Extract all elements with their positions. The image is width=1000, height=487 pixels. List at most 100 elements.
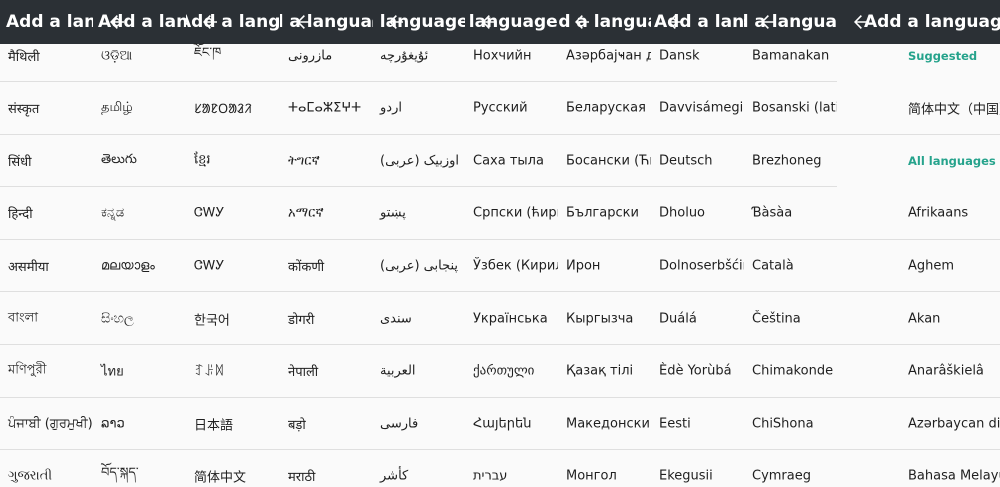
language-item-3[interactable]: हिन्दी bbox=[0, 188, 93, 240]
language-item-0[interactable]: Bamanakan bbox=[744, 30, 837, 82]
language-name: Українська bbox=[473, 311, 548, 326]
language-item-4[interactable]: Dolnoserbšćina bbox=[651, 240, 744, 293]
language-name: Afrikaans bbox=[908, 205, 969, 221]
language-item-5[interactable]: Čeština bbox=[744, 293, 837, 345]
language-item-3[interactable]: ಕನ್ನಡ bbox=[93, 188, 186, 240]
language-item-1[interactable]: ⵜⴰⵎⴰⵣⵉⵖⵜ bbox=[280, 83, 372, 135]
language-item-6[interactable]: العربية bbox=[372, 346, 465, 398]
language-item-4[interactable]: ᏣᎳᎩ bbox=[186, 240, 280, 293]
language-item-7[interactable]: ChiShona bbox=[744, 398, 837, 451]
language-item-0[interactable]: مازرونی bbox=[280, 30, 372, 82]
language-item-4[interactable]: Ирон bbox=[558, 240, 651, 293]
language-item-6[interactable]: Anarâškielâ bbox=[837, 346, 1000, 398]
language-item-7[interactable]: ਪੰਜਾਬੀ (ਗੁਰਮੁਖੀ) bbox=[0, 398, 93, 451]
language-item-1[interactable]: Русский bbox=[465, 83, 558, 135]
language-panel: Add a language Dansk Davvisámegiella Deutsc… bbox=[651, 0, 744, 487]
language-item-7[interactable]: ລາວ bbox=[93, 398, 186, 451]
language-item-7[interactable]: Հայերեն bbox=[465, 398, 558, 451]
language-item-0[interactable]: Dansk bbox=[651, 30, 744, 82]
language-item-8[interactable]: עברית bbox=[465, 451, 558, 487]
language-item-6[interactable]: Қазақ тілі bbox=[558, 346, 651, 398]
language-item-2[interactable]: Deutsch bbox=[651, 135, 744, 188]
language-item-1[interactable]: Беларуская bbox=[558, 83, 651, 135]
language-item-0[interactable]: ئۇيغۇرچە bbox=[372, 30, 465, 82]
language-panel: Add a language Bamanakan Bosanski (latinic… bbox=[744, 0, 837, 487]
language-item-8[interactable]: Ekegusii bbox=[651, 451, 744, 487]
language-item-4[interactable]: Ўзбек (Кирил) bbox=[465, 240, 558, 293]
language-item-7[interactable]: Eesti bbox=[651, 398, 744, 451]
language-item-6[interactable]: মণিপুরী bbox=[0, 346, 93, 398]
language-item-3[interactable]: Српски (ћирилица) bbox=[465, 188, 558, 240]
language-item-6[interactable]: Èdè Yorùbá bbox=[651, 346, 744, 398]
language-item-3[interactable]: ᏣᎳᎩ bbox=[186, 188, 280, 240]
language-item-4[interactable]: Aghem bbox=[837, 240, 1000, 293]
language-item-4[interactable]: پنجابی (عربی) bbox=[372, 240, 465, 293]
language-item-8[interactable]: Bahasa Melayu bbox=[837, 451, 1000, 487]
language-item-4[interactable]: Català bbox=[744, 240, 837, 293]
language-item-6[interactable]: ꆈꌠꉙ bbox=[186, 346, 280, 398]
language-item-1[interactable]: தமிழ் bbox=[93, 83, 186, 135]
language-item-4[interactable]: മലയാളം bbox=[93, 240, 186, 293]
language-item-7[interactable]: Azərbaycan dili bbox=[837, 398, 1000, 451]
language-item-8[interactable]: کأشر bbox=[372, 451, 465, 487]
language-item-7[interactable]: Македонски bbox=[558, 398, 651, 451]
language-item-8[interactable]: 简体中文 bbox=[186, 451, 280, 487]
language-item-5[interactable]: Akan bbox=[837, 293, 1000, 345]
language-item-8[interactable]: Монгол bbox=[558, 451, 651, 487]
language-item-3[interactable]: Dholuo bbox=[651, 188, 744, 240]
language-item-5[interactable]: বাংলা bbox=[0, 293, 93, 345]
language-item-7[interactable]: 日本語 bbox=[186, 398, 280, 451]
language-item-1[interactable]: संस्कृत bbox=[0, 83, 93, 135]
language-name: Ɓàsàa bbox=[752, 205, 793, 221]
language-name: پنجابی (عربی) bbox=[380, 258, 459, 274]
language-item-0[interactable]: ཇོང་ཁ bbox=[186, 30, 280, 82]
language-name: Davvisámegiella bbox=[659, 100, 744, 116]
language-name: Հայերեն bbox=[473, 416, 532, 432]
language-item-1[interactable]: 简体中文（中国） bbox=[837, 83, 1000, 135]
language-item-3[interactable]: Ɓàsàa bbox=[744, 188, 837, 240]
language-name: Bahasa Melayu bbox=[908, 468, 1000, 484]
language-item-3[interactable]: አማርኛ bbox=[280, 188, 372, 240]
language-item-6[interactable]: ไทย bbox=[93, 346, 186, 398]
language-item-5[interactable]: سندی bbox=[372, 293, 465, 345]
language-item-8[interactable]: मराठी bbox=[280, 451, 372, 487]
language-item-8[interactable]: ગુજરાતી bbox=[0, 451, 93, 487]
language-item-2[interactable]: सिंधी bbox=[0, 135, 93, 188]
language-item-2[interactable]: Босански (Ћирилица) bbox=[558, 135, 651, 188]
language-item-6[interactable]: Chimakonde bbox=[744, 346, 837, 398]
language-item-7[interactable]: बड़ो bbox=[280, 398, 372, 451]
language-item-1[interactable]: Davvisámegiella bbox=[651, 83, 744, 135]
language-item-5[interactable]: Кыргызча bbox=[558, 293, 651, 345]
language-item-0[interactable]: मैथिली bbox=[0, 30, 93, 82]
language-item-3[interactable]: Български bbox=[558, 188, 651, 240]
language-item-5[interactable]: Українська bbox=[465, 293, 558, 345]
language-item-4[interactable]: कोंकणी bbox=[280, 240, 372, 293]
language-item-3[interactable]: Afrikaans bbox=[837, 188, 1000, 240]
language-item-0[interactable]: ଓଡ଼ିଆ bbox=[93, 30, 186, 82]
language-item-1[interactable]: Bosanski (latinica) bbox=[744, 83, 837, 135]
language-item-5[interactable]: Duálá bbox=[651, 293, 744, 345]
language-name: Chimakonde bbox=[752, 363, 834, 379]
language-item-3[interactable]: پښتو bbox=[372, 188, 465, 240]
language-item-2[interactable]: ខ្មែរ bbox=[186, 135, 280, 188]
language-item-2[interactable]: Brezhoneg bbox=[744, 135, 837, 188]
section-header-label: Suggested bbox=[908, 49, 978, 63]
language-item-0[interactable]: Азәрбајҹан дили (Кирил) bbox=[558, 30, 651, 82]
language-item-2[interactable]: తెలుగు bbox=[93, 135, 186, 188]
language-item-2[interactable]: اوزبیک (عربی) bbox=[372, 135, 465, 188]
page-title: Add a language bbox=[280, 12, 372, 32]
language-item-6[interactable]: नेपाली bbox=[280, 346, 372, 398]
language-item-6[interactable]: ქართული bbox=[465, 346, 558, 398]
language-item-7[interactable]: فارسی bbox=[372, 398, 465, 451]
language-item-5[interactable]: සිංහල bbox=[93, 293, 186, 345]
language-item-8[interactable]: Cymraeg bbox=[744, 451, 837, 487]
language-item-5[interactable]: 한국어 bbox=[186, 293, 280, 345]
language-item-0[interactable]: Нохчийн bbox=[465, 30, 558, 82]
language-item-2[interactable]: ትግርኛ bbox=[280, 135, 372, 188]
language-item-4[interactable]: असमीया bbox=[0, 240, 93, 293]
language-item-8[interactable]: བོད་སྐད་ bbox=[93, 451, 186, 487]
language-item-2[interactable]: Саха тыла bbox=[465, 135, 558, 188]
language-item-5[interactable]: डोगरी bbox=[280, 293, 372, 345]
language-item-1[interactable]: اردو bbox=[372, 83, 465, 135]
language-item-1[interactable]: ᱥᱟᱱᱛᱟᱲᱤ bbox=[186, 83, 280, 135]
